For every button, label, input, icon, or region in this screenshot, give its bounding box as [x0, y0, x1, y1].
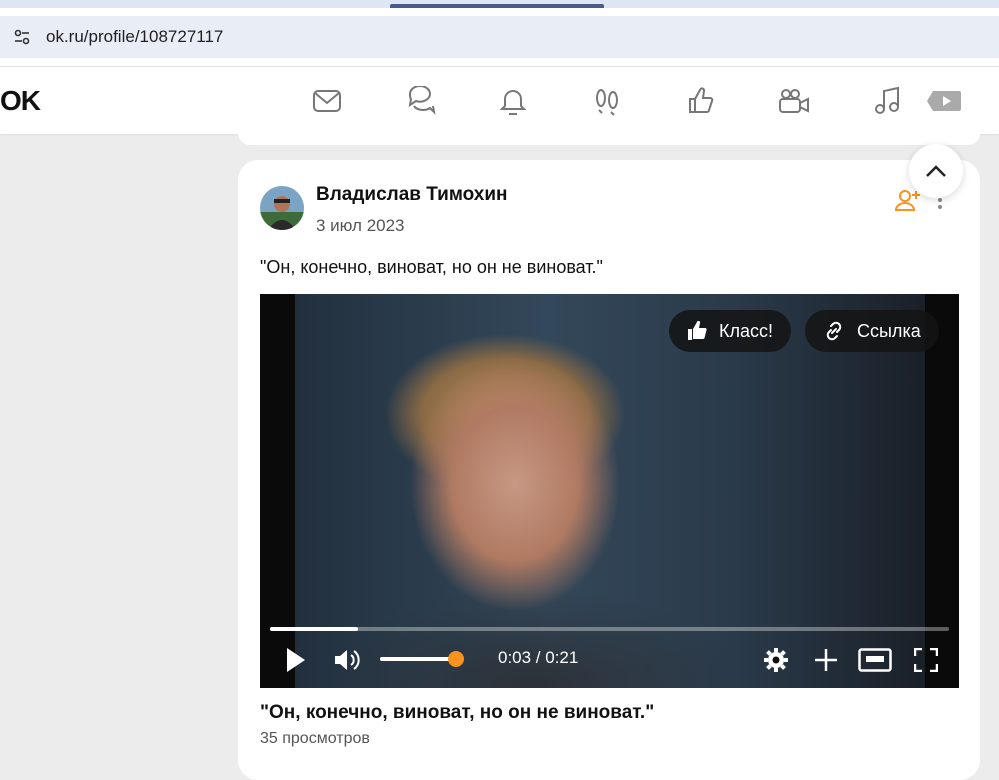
post-date[interactable]: 3 июл 2023 [316, 216, 405, 236]
video-like-label: Класс! [719, 320, 773, 341]
video-progress-fill [270, 627, 359, 631]
volume-knob[interactable] [448, 651, 464, 667]
site-header: OK [0, 66, 999, 134]
previous-post-card [238, 133, 980, 145]
url-text[interactable]: ok.ru/profile/108727117 [46, 27, 223, 47]
bell-icon[interactable] [493, 81, 533, 121]
miniplayer-icon[interactable] [857, 644, 893, 676]
add-icon[interactable] [812, 644, 840, 676]
scroll-to-top-button[interactable] [909, 144, 963, 198]
music-icon[interactable] [867, 81, 907, 121]
video-camera-icon[interactable] [774, 81, 814, 121]
video-player[interactable]: Класс! Ссылка 0:03 / 0:21 [260, 294, 959, 688]
video-views: 35 просмотров [260, 730, 370, 747]
tab-strip [0, 0, 999, 8]
thumbs-up-icon [688, 321, 707, 340]
video-link-label: Ссылка [857, 320, 921, 341]
mail-icon[interactable] [307, 81, 347, 121]
author-name[interactable]: Владислав Тимохин [316, 184, 507, 206]
link-icon [826, 321, 842, 341]
address-bar[interactable]: ok.ru/profile/108727117 [0, 16, 999, 58]
post-card: Владислав Тимохин 3 июл 2023 "Он, конечн… [238, 160, 980, 780]
header-nav [0, 81, 999, 121]
chat-icon[interactable] [400, 81, 440, 121]
play-icon[interactable] [284, 644, 308, 676]
video-play-icon[interactable] [924, 81, 964, 121]
author-avatar[interactable] [260, 186, 304, 230]
volume-fill [380, 657, 456, 661]
video-title[interactable]: "Он, конечно, виноват, но он не виноват.… [260, 702, 654, 724]
video-link-button[interactable]: Ссылка [805, 310, 939, 352]
settings-gear-icon[interactable] [762, 644, 790, 676]
post-text: "Он, конечно, виноват, но он не виноват.… [260, 257, 603, 277]
video-progress-bar[interactable] [270, 627, 949, 631]
video-like-button[interactable]: Класс! [669, 310, 791, 352]
chevron-up-icon [926, 165, 946, 177]
volume-slider[interactable] [380, 651, 464, 667]
volume-icon[interactable] [332, 644, 362, 676]
footprints-icon[interactable] [587, 81, 627, 121]
browser-toolbar: ok.ru/profile/108727117 [0, 8, 999, 66]
fullscreen-icon[interactable] [912, 644, 940, 676]
like-icon[interactable] [681, 81, 721, 121]
site-settings-icon[interactable] [4, 19, 40, 55]
video-time: 0:03 / 0:21 [498, 648, 579, 667]
